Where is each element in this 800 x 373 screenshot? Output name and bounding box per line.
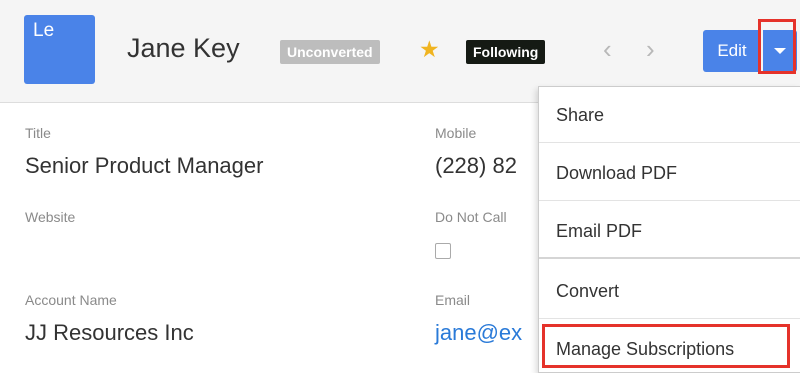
menu-item-share[interactable]: Share [539, 87, 800, 143]
avatar: Le [24, 15, 95, 84]
menu-item-download-pdf[interactable]: Download PDF [539, 145, 800, 201]
account-name-label: Account Name [25, 292, 117, 308]
actions-button-highlight [758, 19, 796, 74]
menu-item-email-pdf[interactable]: Email PDF [539, 203, 800, 259]
do-not-call-checkbox[interactable] [435, 243, 451, 259]
mobile-value[interactable]: (228) 82 [435, 153, 517, 179]
email-label: Email [435, 292, 471, 308]
record-name: Jane Key [127, 33, 240, 63]
email-link[interactable]: jane@ex [435, 320, 522, 346]
do-not-call-label: Do Not Call [435, 209, 507, 225]
avatar-initials: Le [33, 20, 55, 41]
website-label: Website [25, 209, 76, 225]
menu-item-convert[interactable]: Convert [539, 263, 800, 319]
chevron-right-icon[interactable]: › [646, 36, 655, 62]
star-icon[interactable]: ★ [419, 36, 440, 63]
title-value[interactable]: Senior Product Manager [25, 153, 263, 179]
status-badge: Unconverted [280, 40, 380, 64]
title-label: Title [25, 125, 51, 141]
manage-subscriptions-highlight [542, 324, 790, 368]
chevron-left-icon[interactable]: ‹ [603, 36, 612, 62]
mobile-label: Mobile [435, 125, 477, 141]
edit-button[interactable]: Edit [703, 30, 761, 72]
following-badge[interactable]: Following [466, 40, 546, 64]
account-name-value[interactable]: JJ Resources Inc [25, 320, 194, 346]
